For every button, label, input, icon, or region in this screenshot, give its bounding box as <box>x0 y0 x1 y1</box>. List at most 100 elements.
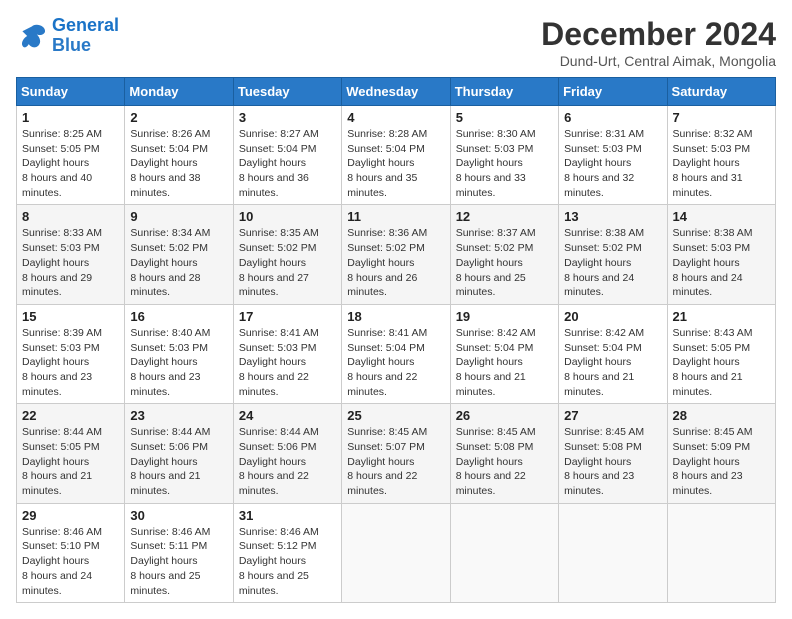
day-info: Sunrise: 8:44 AM Sunset: 5:05 PM Dayligh… <box>22 425 119 498</box>
calendar-cell: 13 Sunrise: 8:38 AM Sunset: 5:02 PM Dayl… <box>559 205 667 304</box>
day-info: Sunrise: 8:36 AM Sunset: 5:02 PM Dayligh… <box>347 226 444 299</box>
header-day-wednesday: Wednesday <box>342 78 450 106</box>
day-info: Sunrise: 8:46 AM Sunset: 5:11 PM Dayligh… <box>130 525 227 598</box>
day-info: Sunrise: 8:45 AM Sunset: 5:08 PM Dayligh… <box>564 425 661 498</box>
day-number: 6 <box>564 110 661 125</box>
subtitle: Dund-Urt, Central Aimak, Mongolia <box>541 53 776 69</box>
day-info: Sunrise: 8:37 AM Sunset: 5:02 PM Dayligh… <box>456 226 553 299</box>
day-number: 10 <box>239 209 336 224</box>
day-info: Sunrise: 8:25 AM Sunset: 5:05 PM Dayligh… <box>22 127 119 200</box>
day-number: 17 <box>239 309 336 324</box>
week-row-2: 8 Sunrise: 8:33 AM Sunset: 5:03 PM Dayli… <box>17 205 776 304</box>
logo-icon <box>16 20 48 52</box>
day-info: Sunrise: 8:33 AM Sunset: 5:03 PM Dayligh… <box>22 226 119 299</box>
calendar-cell: 25 Sunrise: 8:45 AM Sunset: 5:07 PM Dayl… <box>342 404 450 503</box>
header-day-saturday: Saturday <box>667 78 775 106</box>
day-info: Sunrise: 8:41 AM Sunset: 5:04 PM Dayligh… <box>347 326 444 399</box>
calendar-cell: 11 Sunrise: 8:36 AM Sunset: 5:02 PM Dayl… <box>342 205 450 304</box>
day-number: 24 <box>239 408 336 423</box>
calendar-cell: 6 Sunrise: 8:31 AM Sunset: 5:03 PM Dayli… <box>559 106 667 205</box>
day-info: Sunrise: 8:26 AM Sunset: 5:04 PM Dayligh… <box>130 127 227 200</box>
day-info: Sunrise: 8:46 AM Sunset: 5:10 PM Dayligh… <box>22 525 119 598</box>
week-row-4: 22 Sunrise: 8:44 AM Sunset: 5:05 PM Dayl… <box>17 404 776 503</box>
day-number: 26 <box>456 408 553 423</box>
header-day-monday: Monday <box>125 78 233 106</box>
logo-text: General Blue <box>52 16 119 56</box>
day-info: Sunrise: 8:45 AM Sunset: 5:07 PM Dayligh… <box>347 425 444 498</box>
day-number: 23 <box>130 408 227 423</box>
calendar-cell: 20 Sunrise: 8:42 AM Sunset: 5:04 PM Dayl… <box>559 304 667 403</box>
calendar-cell: 9 Sunrise: 8:34 AM Sunset: 5:02 PM Dayli… <box>125 205 233 304</box>
calendar-cell: 5 Sunrise: 8:30 AM Sunset: 5:03 PM Dayli… <box>450 106 558 205</box>
day-number: 18 <box>347 309 444 324</box>
calendar-cell: 26 Sunrise: 8:45 AM Sunset: 5:08 PM Dayl… <box>450 404 558 503</box>
calendar-cell: 7 Sunrise: 8:32 AM Sunset: 5:03 PM Dayli… <box>667 106 775 205</box>
day-number: 4 <box>347 110 444 125</box>
day-info: Sunrise: 8:43 AM Sunset: 5:05 PM Dayligh… <box>673 326 770 399</box>
day-number: 25 <box>347 408 444 423</box>
day-info: Sunrise: 8:45 AM Sunset: 5:08 PM Dayligh… <box>456 425 553 498</box>
day-info: Sunrise: 8:45 AM Sunset: 5:09 PM Dayligh… <box>673 425 770 498</box>
calendar-cell: 17 Sunrise: 8:41 AM Sunset: 5:03 PM Dayl… <box>233 304 341 403</box>
header-row: SundayMondayTuesdayWednesdayThursdayFrid… <box>17 78 776 106</box>
day-info: Sunrise: 8:38 AM Sunset: 5:03 PM Dayligh… <box>673 226 770 299</box>
calendar-table: SundayMondayTuesdayWednesdayThursdayFrid… <box>16 77 776 603</box>
day-number: 19 <box>456 309 553 324</box>
calendar-cell: 30 Sunrise: 8:46 AM Sunset: 5:11 PM Dayl… <box>125 503 233 602</box>
day-info: Sunrise: 8:28 AM Sunset: 5:04 PM Dayligh… <box>347 127 444 200</box>
day-info: Sunrise: 8:42 AM Sunset: 5:04 PM Dayligh… <box>456 326 553 399</box>
day-number: 22 <box>22 408 119 423</box>
calendar-cell <box>450 503 558 602</box>
day-info: Sunrise: 8:42 AM Sunset: 5:04 PM Dayligh… <box>564 326 661 399</box>
day-number: 1 <box>22 110 119 125</box>
day-info: Sunrise: 8:44 AM Sunset: 5:06 PM Dayligh… <box>130 425 227 498</box>
week-row-5: 29 Sunrise: 8:46 AM Sunset: 5:10 PM Dayl… <box>17 503 776 602</box>
calendar-cell: 2 Sunrise: 8:26 AM Sunset: 5:04 PM Dayli… <box>125 106 233 205</box>
calendar-cell <box>667 503 775 602</box>
day-number: 30 <box>130 508 227 523</box>
day-number: 16 <box>130 309 227 324</box>
day-number: 27 <box>564 408 661 423</box>
calendar-cell: 28 Sunrise: 8:45 AM Sunset: 5:09 PM Dayl… <box>667 404 775 503</box>
day-number: 28 <box>673 408 770 423</box>
calendar-cell: 10 Sunrise: 8:35 AM Sunset: 5:02 PM Dayl… <box>233 205 341 304</box>
day-number: 7 <box>673 110 770 125</box>
day-info: Sunrise: 8:35 AM Sunset: 5:02 PM Dayligh… <box>239 226 336 299</box>
day-number: 21 <box>673 309 770 324</box>
calendar-cell: 24 Sunrise: 8:44 AM Sunset: 5:06 PM Dayl… <box>233 404 341 503</box>
day-info: Sunrise: 8:46 AM Sunset: 5:12 PM Dayligh… <box>239 525 336 598</box>
day-number: 9 <box>130 209 227 224</box>
calendar-cell: 16 Sunrise: 8:40 AM Sunset: 5:03 PM Dayl… <box>125 304 233 403</box>
day-number: 11 <box>347 209 444 224</box>
header-day-friday: Friday <box>559 78 667 106</box>
header-day-tuesday: Tuesday <box>233 78 341 106</box>
calendar-cell <box>559 503 667 602</box>
day-number: 12 <box>456 209 553 224</box>
logo: General Blue <box>16 16 119 56</box>
calendar-cell: 31 Sunrise: 8:46 AM Sunset: 5:12 PM Dayl… <box>233 503 341 602</box>
day-info: Sunrise: 8:40 AM Sunset: 5:03 PM Dayligh… <box>130 326 227 399</box>
day-number: 20 <box>564 309 661 324</box>
day-info: Sunrise: 8:39 AM Sunset: 5:03 PM Dayligh… <box>22 326 119 399</box>
day-number: 31 <box>239 508 336 523</box>
day-info: Sunrise: 8:32 AM Sunset: 5:03 PM Dayligh… <box>673 127 770 200</box>
calendar-cell: 14 Sunrise: 8:38 AM Sunset: 5:03 PM Dayl… <box>667 205 775 304</box>
day-number: 5 <box>456 110 553 125</box>
calendar-cell: 1 Sunrise: 8:25 AM Sunset: 5:05 PM Dayli… <box>17 106 125 205</box>
calendar-cell: 4 Sunrise: 8:28 AM Sunset: 5:04 PM Dayli… <box>342 106 450 205</box>
title-block: December 2024 Dund-Urt, Central Aimak, M… <box>541 16 776 69</box>
day-info: Sunrise: 8:44 AM Sunset: 5:06 PM Dayligh… <box>239 425 336 498</box>
calendar-cell <box>342 503 450 602</box>
day-info: Sunrise: 8:30 AM Sunset: 5:03 PM Dayligh… <box>456 127 553 200</box>
header-day-sunday: Sunday <box>17 78 125 106</box>
day-info: Sunrise: 8:41 AM Sunset: 5:03 PM Dayligh… <box>239 326 336 399</box>
day-number: 15 <box>22 309 119 324</box>
calendar-cell: 22 Sunrise: 8:44 AM Sunset: 5:05 PM Dayl… <box>17 404 125 503</box>
week-row-3: 15 Sunrise: 8:39 AM Sunset: 5:03 PM Dayl… <box>17 304 776 403</box>
calendar-cell: 8 Sunrise: 8:33 AM Sunset: 5:03 PM Dayli… <box>17 205 125 304</box>
calendar-cell: 27 Sunrise: 8:45 AM Sunset: 5:08 PM Dayl… <box>559 404 667 503</box>
calendar-cell: 18 Sunrise: 8:41 AM Sunset: 5:04 PM Dayl… <box>342 304 450 403</box>
day-number: 13 <box>564 209 661 224</box>
week-row-1: 1 Sunrise: 8:25 AM Sunset: 5:05 PM Dayli… <box>17 106 776 205</box>
day-number: 8 <box>22 209 119 224</box>
